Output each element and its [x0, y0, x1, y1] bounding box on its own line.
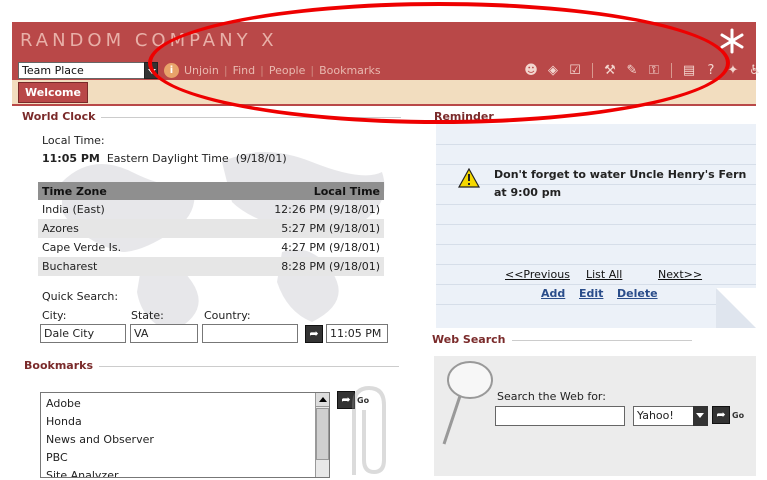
people-group-icon[interactable]: ☻: [522, 63, 540, 78]
search-engine-value: Yahoo!: [637, 409, 674, 422]
time-cell: 5:27 PM (9/18/01): [188, 219, 384, 238]
bookmarks-title: Bookmarks: [24, 359, 93, 372]
web-search-input[interactable]: [495, 406, 625, 426]
accessibility-icon[interactable]: ♿: [746, 63, 764, 78]
inbox-icon[interactable]: ▤: [680, 63, 698, 78]
checkbox-icon[interactable]: ☑: [566, 63, 584, 78]
cube-icon[interactable]: ◈: [544, 63, 562, 78]
toolbar-links: Unjoin | Find | People | Bookmarks: [184, 64, 381, 77]
reminder-title: Reminder: [434, 110, 494, 123]
toolbar-icons: ☻ ◈ ☑ ⚒ ✎ ⚿ ▤ ? ✦ ♿: [522, 63, 764, 78]
col-local-time: Local Time: [188, 182, 384, 200]
chevron-down-icon[interactable]: [144, 62, 158, 79]
list-item[interactable]: Honda: [41, 413, 329, 431]
tab-bar: Welcome: [12, 80, 756, 106]
reminder-heading: Reminder: [434, 110, 494, 123]
scroll-thumb[interactable]: [316, 408, 329, 460]
tab-welcome[interactable]: Welcome: [18, 82, 88, 103]
time-cell: 12:26 PM (9/18/01): [274, 203, 380, 216]
bookmarks-listbox[interactable]: Adobe Honda News and Observer PBC Site A…: [40, 392, 330, 478]
state-label: State:: [131, 309, 164, 322]
web-search-title: Web Search: [432, 333, 506, 346]
search-engine-select[interactable]: Yahoo!: [633, 406, 708, 426]
find-link[interactable]: Find: [233, 64, 256, 77]
local-time-value: 11:05 PM Eastern Daylight Time (9/18/01): [42, 152, 287, 165]
edit-icon[interactable]: ✎: [623, 63, 641, 78]
help-icon[interactable]: ?: [702, 63, 720, 78]
zone-cell: Azores: [38, 219, 189, 238]
state-field[interactable]: VA: [130, 324, 198, 343]
toolbar-divider: [671, 63, 672, 78]
list-item[interactable]: Site Analyzer: [41, 467, 329, 477]
city-label: City:: [42, 309, 67, 322]
warning-icon: [458, 168, 480, 188]
paperclip-decoration-icon: [352, 385, 386, 475]
list-item[interactable]: Adobe: [41, 395, 329, 413]
star-icon[interactable]: ✦: [724, 63, 742, 78]
web-search-heading: Web Search: [432, 333, 692, 346]
asterisk-logo-icon: [720, 28, 744, 54]
tools-icon[interactable]: ⚒: [601, 63, 619, 78]
people-link[interactable]: People: [269, 64, 306, 77]
reminder-message: Don't forget to water Uncle Henry's Fern…: [494, 168, 747, 199]
toolbar: Team Place i Unjoin | Find | People | Bookmark…: [12, 62, 761, 80]
table-row: India (East) 12:26 PM (9/18/01): [38, 200, 384, 219]
chevron-down-icon[interactable]: [693, 406, 708, 426]
table-row: Azores 5:27 PM (9/18/01): [38, 219, 384, 238]
edit-link[interactable]: Edit: [579, 287, 603, 300]
time-cell: 8:28 PM (9/18/01): [188, 257, 384, 276]
local-time-label: Local Time:: [42, 134, 105, 147]
list-item[interactable]: PBC: [41, 449, 329, 467]
page-curl-decoration: [716, 288, 756, 328]
add-link[interactable]: Add: [541, 287, 565, 300]
local-time: 11:05 PM: [42, 152, 100, 165]
zone-cell: Cape Verde Is.: [42, 241, 122, 254]
country-field[interactable]: [202, 324, 298, 343]
clock-search-go-button[interactable]: ➦: [305, 325, 323, 343]
result-time-field: 11:05 PM: [326, 324, 388, 343]
quick-search-label: Quick Search:: [42, 290, 119, 303]
zone-cell: Bucharest: [38, 257, 189, 276]
team-select-value: Team Place: [22, 64, 84, 77]
bookmarks-heading: Bookmarks: [24, 359, 399, 372]
table-row: Bucharest 8:28 PM (9/18/01): [38, 257, 384, 276]
list-all-link[interactable]: List All: [586, 268, 622, 281]
lock-icon[interactable]: ⚿: [645, 63, 663, 78]
col-time-zone: Time Zone: [38, 182, 189, 200]
local-zone: Eastern Daylight Time: [106, 152, 229, 165]
bookmarks-link[interactable]: Bookmarks: [319, 64, 380, 77]
table-header-row: Time Zone Local Time: [38, 182, 384, 200]
time-cell: 4:27 PM (9/18/01): [281, 241, 380, 254]
list-item[interactable]: News and Observer: [41, 431, 329, 449]
info-icon[interactable]: i: [164, 63, 179, 78]
previous-link[interactable]: <<Previous: [505, 268, 570, 281]
time-zone-table: Time Zone Local Time India (East) 12:26 …: [38, 182, 384, 276]
delete-link[interactable]: Delete: [617, 287, 658, 300]
unjoin-link[interactable]: Unjoin: [184, 64, 219, 77]
next-link[interactable]: Next>>: [658, 268, 702, 281]
web-search-go-label[interactable]: Go: [732, 411, 744, 420]
web-search-go-button[interactable]: ➦: [712, 406, 730, 424]
zone-cell: India (East): [42, 203, 105, 216]
magnifying-glass-icon: [442, 361, 493, 445]
team-place-select[interactable]: Team Place: [18, 62, 158, 79]
city-field[interactable]: Dale City: [40, 324, 126, 343]
country-label: Country:: [204, 309, 251, 322]
local-date: (9/18/01): [235, 152, 287, 165]
toolbar-divider: [592, 63, 593, 78]
brand-bar: RANDOM COMPANY X: [12, 22, 756, 62]
web-search-label: Search the Web for:: [497, 390, 606, 403]
company-logo: RANDOM COMPANY X: [20, 30, 278, 51]
scroll-up-arrow-icon[interactable]: [316, 393, 329, 407]
table-row: Cape Verde Is. 4:27 PM (9/18/01): [38, 238, 384, 257]
bookmarks-scrollbar[interactable]: [315, 393, 329, 477]
